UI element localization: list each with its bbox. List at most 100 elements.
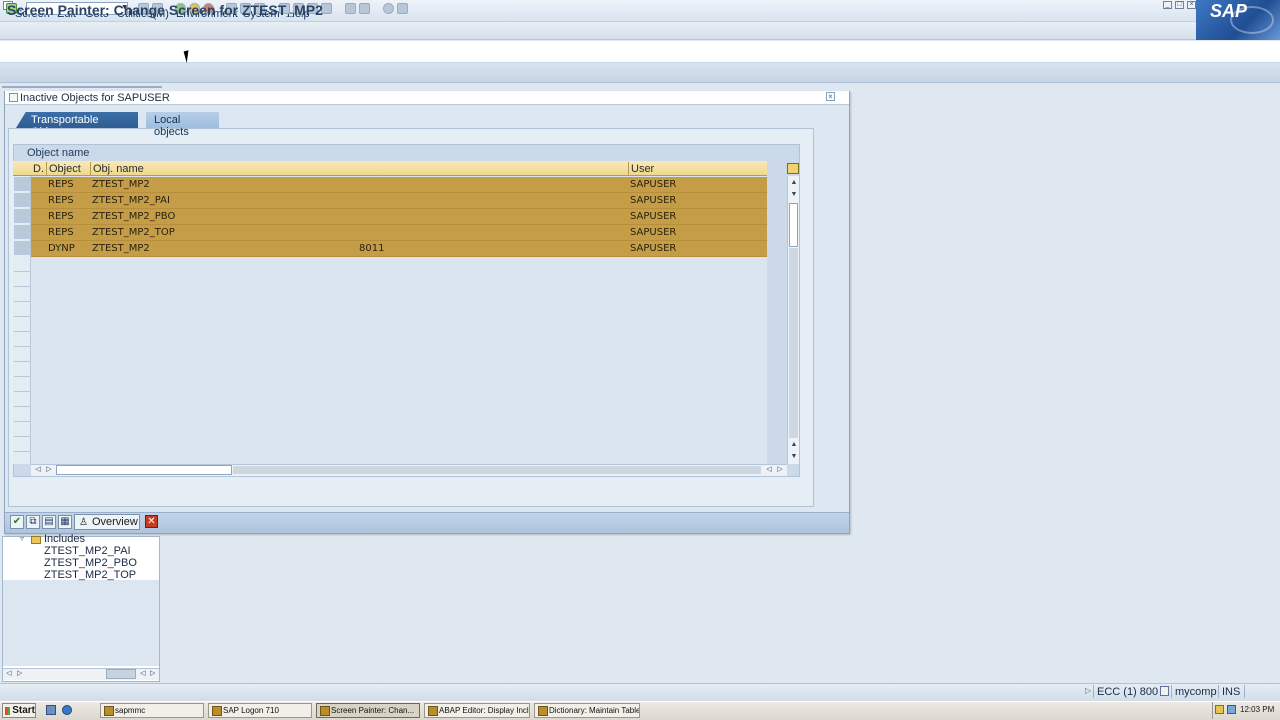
- dialog-title: Inactive Objects for SAPUSER: [20, 92, 170, 104]
- tray-icon[interactable]: [1215, 705, 1224, 714]
- application-toolbar: [0, 63, 1280, 83]
- maximize-icon[interactable]: □: [1175, 1, 1184, 9]
- tree-collapse-icon[interactable]: ▿: [20, 534, 24, 543]
- status-divider: [1244, 685, 1245, 698]
- display-objects-icon[interactable]: ⧉: [26, 515, 40, 529]
- tree-item[interactable]: ZTEST_MP2_PBO: [44, 557, 137, 569]
- cell-obj-name: ZTEST_MP2: [92, 179, 150, 190]
- overview-button[interactable]: ♙ Overview: [74, 514, 140, 530]
- row-selector[interactable]: [14, 347, 30, 362]
- column-header-user[interactable]: User: [629, 162, 767, 176]
- taskbar-item[interactable]: SAP Logon 710: [208, 703, 312, 718]
- deselect-all-icon[interactable]: ▦: [58, 515, 72, 529]
- cell-object: REPS: [48, 211, 74, 222]
- taskbar-item[interactable]: ABAP Editor: Display Incl...: [424, 703, 530, 718]
- overview-label: Overview: [91, 516, 138, 528]
- row-selector[interactable]: [14, 257, 30, 272]
- scroll-down-icon[interactable]: ▼: [789, 452, 799, 462]
- column-header-obj-name[interactable]: Obj. name: [91, 162, 629, 176]
- scroll-left-icon[interactable]: ◁: [140, 669, 145, 677]
- tree-folder-includes[interactable]: Includes: [44, 533, 85, 545]
- scroll-up-icon[interactable]: ▲: [789, 178, 799, 188]
- taskbar-item[interactable]: Dictionary: Maintain Table: [534, 703, 640, 718]
- scroll-right-icon[interactable]: ▷: [150, 669, 155, 677]
- horizontal-scroll-track[interactable]: [233, 466, 761, 474]
- scroll-right-icon[interactable]: ▷: [44, 465, 54, 475]
- browser-icon[interactable]: [62, 705, 72, 715]
- window-controls: _ □ ×: [1163, 1, 1196, 9]
- cell-obj-name: ZTEST_MP2_PAI: [92, 195, 170, 206]
- row-selector[interactable]: [14, 287, 30, 302]
- column-header-d[interactable]: D.: [31, 162, 47, 176]
- taskbar-item[interactable]: Screen Painter: Chan...: [316, 703, 420, 718]
- scroll-down-icon[interactable]: ▼: [789, 190, 799, 200]
- scroll-up-icon[interactable]: ▲: [789, 440, 799, 450]
- taskbar-item[interactable]: sapmmc: [100, 703, 204, 718]
- row-selector[interactable]: [14, 392, 30, 407]
- row-selector[interactable]: [14, 272, 30, 287]
- row-selector[interactable]: [14, 332, 30, 347]
- cancel-button[interactable]: ✕: [145, 515, 158, 528]
- status-insert-mode[interactable]: INS: [1222, 686, 1240, 698]
- row-selector[interactable]: [14, 193, 30, 208]
- row-selector[interactable]: [14, 225, 30, 240]
- row-selector[interactable]: [14, 437, 30, 452]
- row-selector[interactable]: [14, 317, 30, 332]
- vertical-scroll-thumb[interactable]: [789, 203, 798, 247]
- start-label: Start: [12, 705, 35, 716]
- scroll-left-icon[interactable]: ◁: [6, 669, 11, 677]
- tab-transportable-objects[interactable]: Transportable Objects: [16, 112, 138, 128]
- start-button[interactable]: Start: [2, 703, 36, 718]
- activate-checkmark-icon[interactable]: ✔: [10, 515, 24, 529]
- status-system-info-icon[interactable]: [1160, 686, 1169, 696]
- show-desktop-icon[interactable]: [46, 705, 56, 715]
- sap-logo: SAP: [1196, 0, 1280, 40]
- help-icon[interactable]: [383, 3, 394, 14]
- tree-empty-area: [3, 580, 159, 666]
- horizontal-scroll-thumb[interactable]: [56, 465, 232, 475]
- status-server: mycomp: [1175, 686, 1217, 698]
- shortcut-icon[interactable]: [359, 3, 370, 14]
- column-header-object[interactable]: Object: [47, 162, 91, 176]
- layout-icon[interactable]: [397, 3, 408, 14]
- tree-item[interactable]: ZTEST_MP2_TOP: [44, 569, 136, 581]
- row-selector[interactable]: [14, 302, 30, 317]
- row-selector[interactable]: [14, 407, 30, 422]
- scroll-right-icon[interactable]: ▷: [17, 669, 22, 677]
- select-all-icon[interactable]: ▤: [42, 515, 56, 529]
- close-icon[interactable]: ×: [1187, 1, 1196, 9]
- new-session-icon[interactable]: [345, 3, 356, 14]
- minimize-icon[interactable]: _: [1163, 1, 1172, 9]
- tab-local-objects[interactable]: Local objects: [146, 112, 219, 138]
- cell-user: SAPUSER: [630, 227, 677, 238]
- status-expand-icon[interactable]: ▷: [1085, 686, 1091, 695]
- row-selector[interactable]: [14, 177, 30, 192]
- row-selector[interactable]: [14, 362, 30, 377]
- scroll-right-icon[interactable]: ▷: [775, 465, 785, 475]
- tree-item[interactable]: ZTEST_MP2_PAI: [44, 545, 131, 557]
- folder-icon: [31, 536, 41, 544]
- status-divider: [1171, 685, 1172, 698]
- status-divider: [1218, 685, 1219, 698]
- row-selector[interactable]: [14, 209, 30, 224]
- vertical-scroll-track[interactable]: [789, 248, 798, 438]
- dialog-window-icon: [9, 93, 18, 102]
- cell-user: SAPUSER: [630, 195, 677, 206]
- scroll-left-icon[interactable]: ◁: [33, 465, 43, 475]
- table-settings-icon[interactable]: [787, 163, 799, 174]
- status-divider: [1093, 685, 1094, 698]
- row-selector[interactable]: [14, 241, 30, 256]
- cell-object: REPS: [48, 195, 74, 206]
- row-selector[interactable]: [14, 377, 30, 392]
- logo-ripple: [1230, 6, 1274, 34]
- page-title: Screen Painter: Change Screen for ZTEST_…: [7, 2, 323, 18]
- scroll-left-icon[interactable]: ◁: [764, 465, 774, 475]
- cell-user: SAPUSER: [630, 179, 677, 190]
- cell-screen-number: 8011: [359, 243, 385, 254]
- cell-obj-name: ZTEST_MP2_PBO: [92, 211, 176, 222]
- row-selector[interactable]: [14, 422, 30, 437]
- dialog-close-icon[interactable]: ×: [826, 92, 835, 101]
- tree-scroll-thumb[interactable]: [106, 669, 136, 679]
- tray-icon[interactable]: [1227, 705, 1236, 714]
- cell-object: REPS: [48, 179, 74, 190]
